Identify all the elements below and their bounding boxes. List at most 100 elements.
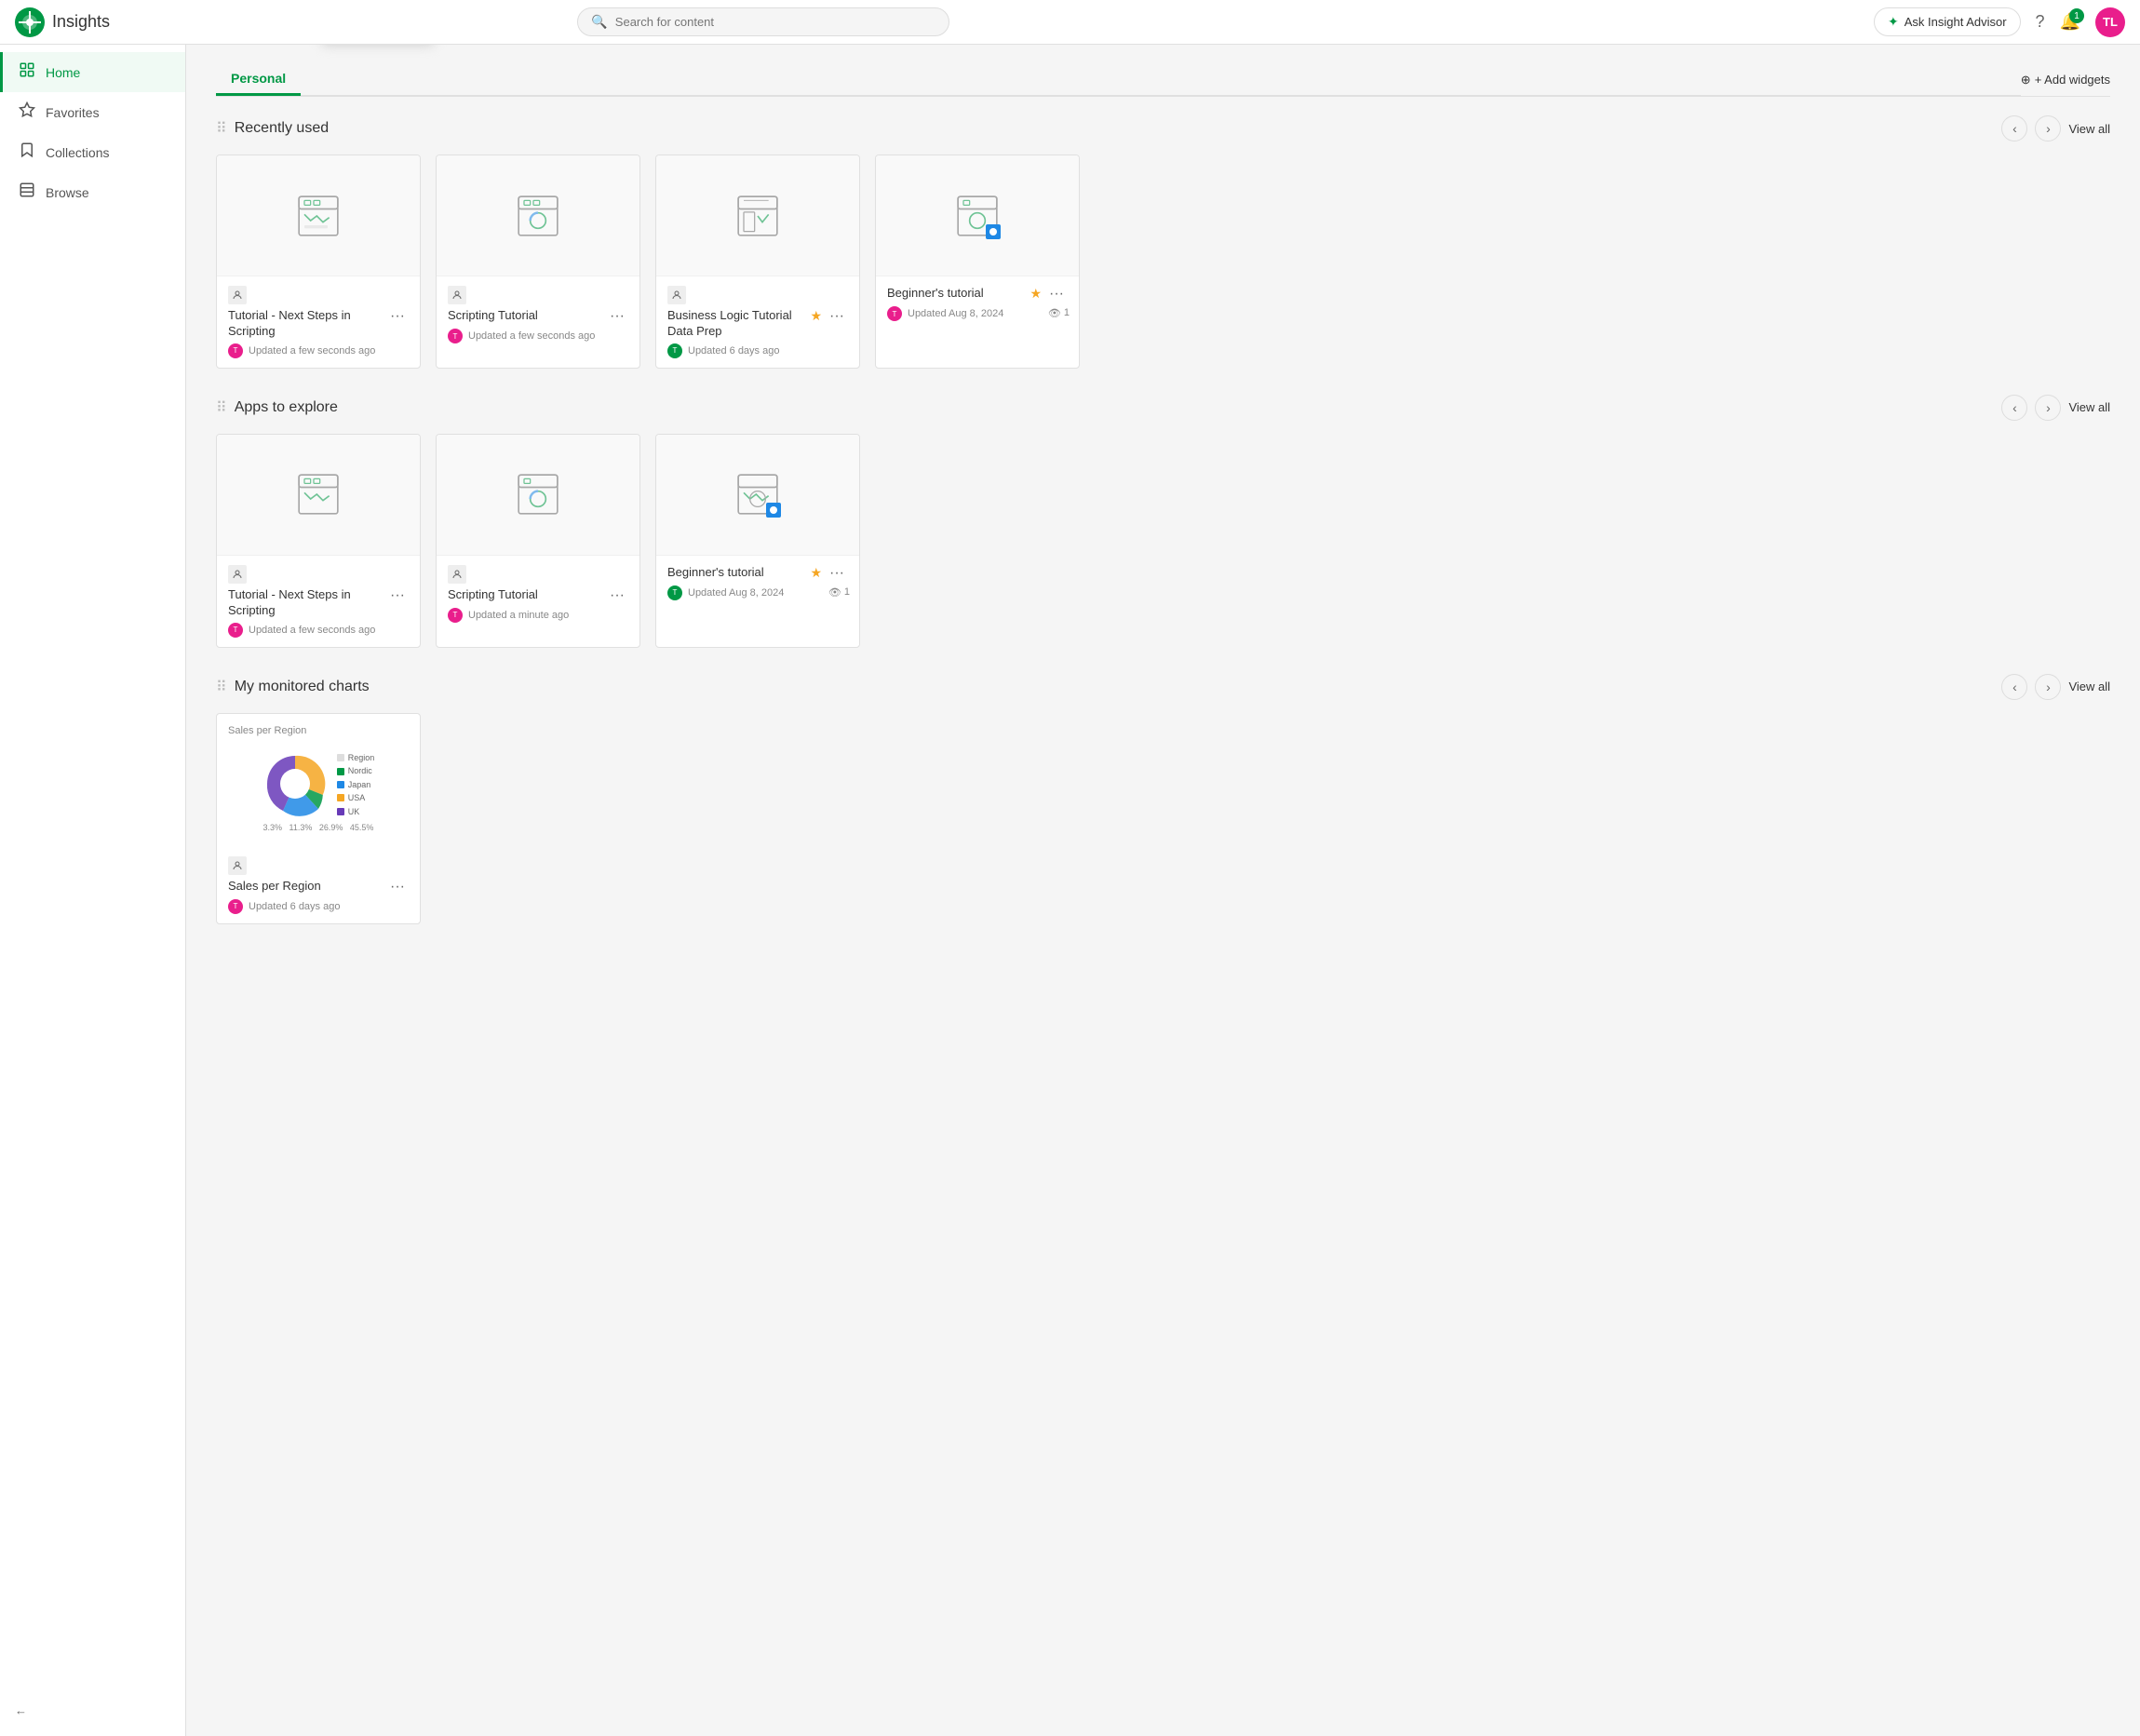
section-recently-used-title: Recently used bbox=[235, 120, 329, 137]
section-title-group: ⠿ Recently used bbox=[216, 119, 329, 138]
card-avatar: T bbox=[228, 623, 243, 638]
card-footer: Scripting Tutorial ··· T Updated a minut… bbox=[437, 556, 639, 632]
section-charts-title: My monitored charts bbox=[235, 679, 370, 695]
section-recently-used-header: ⠿ Recently used ‹ › View all bbox=[216, 115, 2110, 141]
section-apps-controls: ‹ › View all bbox=[2001, 395, 2110, 421]
card-beginners-tutorial-2[interactable]: 👁 1 Beginner's tutorial ★ ··· T Updated … bbox=[655, 434, 860, 648]
sidebar-collapse-button[interactable]: ← bbox=[0, 1692, 185, 1729]
card-thumbnail bbox=[437, 155, 639, 276]
user-avatar[interactable]: TL bbox=[2095, 7, 2125, 37]
card-footer: Business Logic Tutorial Data Prep ★ ··· … bbox=[656, 276, 859, 368]
owner-icon bbox=[448, 286, 466, 304]
sidebar-item-favorites[interactable]: Favorites bbox=[0, 92, 185, 132]
blue-badge bbox=[986, 224, 1001, 239]
card-avatar: T bbox=[667, 343, 682, 358]
help-icon: ? bbox=[2036, 12, 2045, 31]
owner-icon bbox=[228, 856, 247, 875]
app-icon bbox=[515, 193, 561, 239]
star-button[interactable]: ★ bbox=[810, 308, 822, 324]
owner-icon bbox=[228, 286, 247, 304]
logo-group: Insights bbox=[15, 7, 110, 37]
card-tutorial-scripting-2[interactable]: Tutorial - Next Steps in Scripting ··· T… bbox=[216, 434, 421, 648]
app-icon bbox=[515, 471, 561, 518]
card-thumbnail bbox=[217, 435, 420, 556]
section-title-group: ⠿ My monitored charts bbox=[216, 678, 370, 696]
star-icon bbox=[18, 101, 36, 123]
notifications-button[interactable]: 🔔 1 bbox=[2060, 12, 2080, 32]
notification-badge: 1 bbox=[2069, 8, 2084, 23]
view-all-charts[interactable]: View all bbox=[2068, 680, 2110, 693]
more-options-button[interactable]: ··· bbox=[826, 308, 848, 325]
card-thumbnail bbox=[217, 155, 420, 276]
more-options-button[interactable]: ··· bbox=[826, 565, 848, 582]
sidebar-browse-label: Browse bbox=[46, 185, 89, 200]
owner-icon bbox=[448, 565, 466, 584]
sidebar-item-collections[interactable]: Collections bbox=[0, 132, 185, 172]
card-title: Sales per Region bbox=[228, 879, 383, 895]
drag-handle-icon[interactable]: ⠿ bbox=[216, 119, 227, 138]
collections-icon bbox=[18, 141, 36, 163]
section-apps-title: Apps to explore bbox=[235, 399, 338, 416]
card-avatar: T bbox=[228, 343, 243, 358]
next-button-apps[interactable]: › bbox=[2035, 395, 2061, 421]
more-options-button[interactable]: ··· bbox=[386, 587, 409, 604]
app-icon bbox=[295, 471, 342, 518]
plus-icon: ⊕ bbox=[2021, 73, 2031, 87]
card-meta: T Updated a minute ago bbox=[448, 608, 628, 623]
chart-percentages: 3.3% 11.3% 26.9% 45.5% bbox=[228, 823, 409, 832]
main-tabs: Personal bbox=[216, 63, 2021, 96]
qlik-logo-icon bbox=[15, 7, 45, 37]
search-icon: 🔍 bbox=[591, 14, 607, 30]
header-actions: ✦ Ask Insight Advisor ? 🔔 1 TL bbox=[1874, 7, 2125, 37]
star-button[interactable]: ★ bbox=[810, 565, 822, 581]
search-input[interactable] bbox=[615, 15, 936, 29]
drag-handle-icon[interactable]: ⠿ bbox=[216, 398, 227, 417]
help-button[interactable]: ? bbox=[2036, 12, 2045, 32]
sidebar-item-home[interactable]: Home bbox=[0, 52, 185, 92]
prev-button-charts[interactable]: ‹ bbox=[2001, 674, 2027, 700]
more-options-button[interactable]: ··· bbox=[386, 308, 409, 325]
card-beginners-tutorial-1[interactable]: 👁 1 Beginner's tutorial ★ ··· T Updated … bbox=[875, 155, 1080, 369]
views-count: 👁 1 bbox=[1048, 307, 1070, 319]
card-scripting-tutorial-2[interactable]: Scripting Tutorial ··· T Updated a minut… bbox=[436, 434, 640, 648]
drag-handle-icon[interactable]: ⠿ bbox=[216, 678, 227, 696]
view-all-apps[interactable]: View all bbox=[2068, 400, 2110, 414]
section-charts-controls: ‹ › View all bbox=[2001, 674, 2110, 700]
card-title: Business Logic Tutorial Data Prep bbox=[667, 308, 806, 340]
card-tutorial-scripting-1[interactable]: Tutorial - Next Steps in Scripting ··· T… bbox=[216, 155, 421, 369]
recently-used-cards: Tutorial - Next Steps in Scripting ··· T… bbox=[216, 155, 2110, 369]
card-title: Tutorial - Next Steps in Scripting bbox=[228, 308, 383, 340]
more-options-button[interactable]: ··· bbox=[606, 308, 628, 325]
more-options-button[interactable]: ··· bbox=[1045, 286, 1068, 303]
search-bar[interactable]: 🔍 bbox=[577, 7, 949, 36]
sidebar-item-browse[interactable]: Browse bbox=[0, 172, 185, 212]
card-title: Scripting Tutorial bbox=[448, 308, 602, 324]
more-options-button[interactable]: ··· bbox=[386, 879, 409, 895]
section-charts-header: ⠿ My monitored charts ‹ › View all bbox=[216, 674, 2110, 700]
add-widgets-button[interactable]: ⊕ + Add widgets bbox=[2021, 73, 2110, 87]
prev-button-recently-used[interactable]: ‹ bbox=[2001, 115, 2027, 141]
insight-advisor-button[interactable]: ✦ Ask Insight Advisor bbox=[1874, 7, 2021, 36]
card-meta: T Updated 6 days ago bbox=[228, 899, 409, 914]
prev-button-apps[interactable]: ‹ bbox=[2001, 395, 2027, 421]
card-scripting-tutorial-1[interactable]: Scripting Tutorial ··· T Updated a few s… bbox=[436, 155, 640, 369]
owner-icon bbox=[228, 565, 247, 584]
chart-inner: Sales per Region bbox=[217, 714, 420, 847]
card-updated: Updated 6 days ago bbox=[688, 345, 779, 357]
star-button[interactable]: ★ bbox=[1030, 286, 1042, 302]
donut-chart bbox=[262, 751, 328, 819]
section-monitored-charts: ⠿ My monitored charts ‹ › View all Sales… bbox=[216, 674, 2110, 924]
insight-advisor-label: Ask Insight Advisor bbox=[1904, 15, 2007, 29]
tab-personal[interactable]: Personal bbox=[216, 63, 301, 96]
card-thumbnail bbox=[656, 155, 859, 276]
chart-card-sales[interactable]: Sales per Region bbox=[216, 713, 421, 924]
card-avatar: T bbox=[448, 329, 463, 343]
card-business-logic[interactable]: Business Logic Tutorial Data Prep ★ ··· … bbox=[655, 155, 860, 369]
more-options-button[interactable]: ··· bbox=[606, 587, 628, 604]
next-button-recently-used[interactable]: › bbox=[2035, 115, 2061, 141]
card-thumbnail bbox=[437, 435, 639, 556]
next-button-charts[interactable]: › bbox=[2035, 674, 2061, 700]
card-meta: T Updated a few seconds ago bbox=[448, 329, 628, 343]
card-updated: Updated a minute ago bbox=[468, 610, 569, 621]
view-all-recently-used[interactable]: View all bbox=[2068, 122, 2110, 136]
